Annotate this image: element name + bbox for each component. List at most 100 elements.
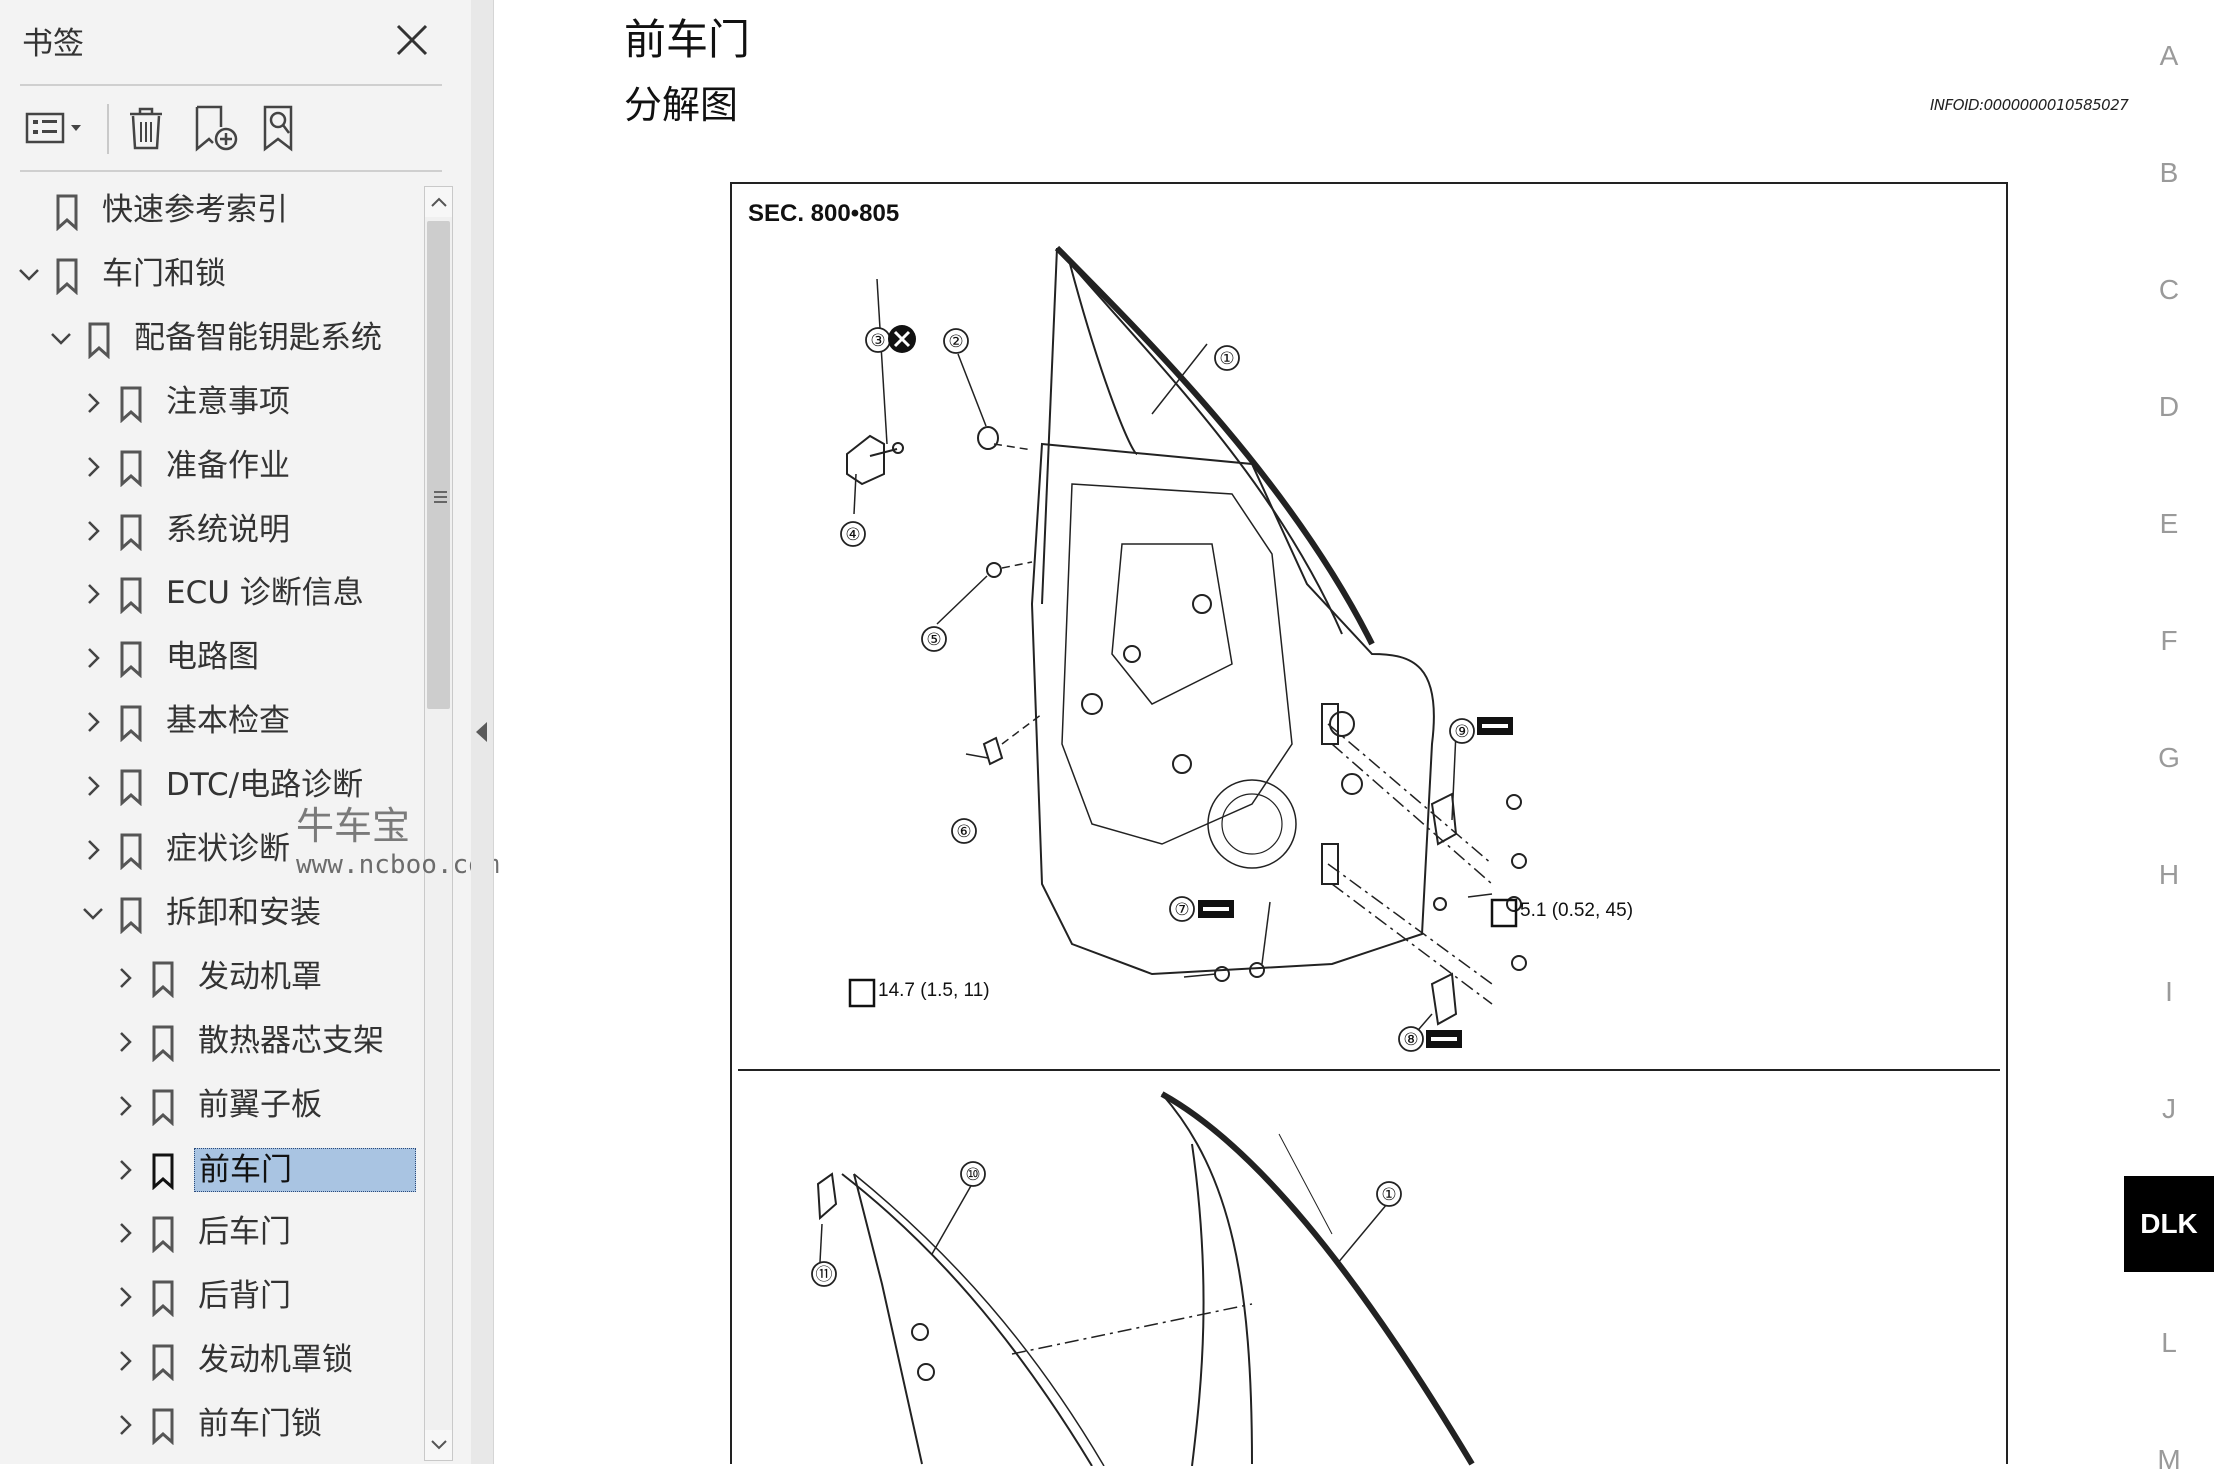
bookmark-label: 电路图	[166, 639, 259, 676]
bookmark-label: 快速参考索引	[102, 192, 288, 228]
chevron-right-icon[interactable]	[110, 1091, 140, 1121]
delete-bookmark-button[interactable]	[122, 100, 170, 156]
bookmark-label: 后车门	[198, 1214, 291, 1251]
bookmark-item[interactable]: 前翼子板	[0, 1077, 420, 1135]
info-id: INFOID:0000000010585027	[1930, 96, 2129, 114]
bookmark-item[interactable]: 发动机罩锁	[0, 1332, 420, 1390]
chevron-right-icon[interactable]	[78, 516, 108, 546]
scroll-up-button[interactable]	[425, 187, 452, 217]
section-index-item[interactable]: I	[2124, 976, 2214, 1008]
bookmark-label: 发动机罩锁	[198, 1342, 353, 1379]
callout-7: ⑦	[1174, 900, 1189, 919]
chevron-right-icon[interactable]	[78, 835, 108, 865]
torque-spec-hinge: 5.1 (0.52, 45)	[1520, 900, 1634, 921]
bookmark-item[interactable]: 前车门锁	[0, 1396, 420, 1454]
bookmark-icon	[152, 1089, 174, 1126]
bookmark-icon	[152, 961, 174, 998]
bookmark-label: 症状诊断	[166, 831, 290, 867]
bookmark-item[interactable]: 前车门	[0, 1141, 420, 1199]
section-index-item[interactable]: M	[2124, 1444, 2214, 1476]
chevron-down-icon[interactable]	[78, 899, 108, 929]
panel-title: 书签	[22, 26, 84, 62]
section-index-item[interactable]: E	[2124, 508, 2214, 540]
new-bookmark-button[interactable]	[190, 100, 242, 156]
section-index-item[interactable]: D	[2124, 391, 2214, 423]
section-index-item[interactable]: DLK	[2124, 1176, 2214, 1272]
bookmark-item[interactable]: 后车门	[0, 1204, 420, 1262]
chevron-down-icon[interactable]	[46, 324, 76, 354]
scrollbar[interactable]	[424, 186, 453, 1461]
bookmark-item[interactable]: 拆卸和安装	[0, 885, 420, 943]
bookmark-item[interactable]: 配备智能钥匙系统	[0, 310, 420, 368]
bookmark-label: 基本检查	[166, 703, 290, 740]
bookmark-icon	[152, 1344, 174, 1382]
section-index-item[interactable]: J	[2124, 1093, 2214, 1125]
section-index-item[interactable]: A	[2124, 40, 2214, 72]
bookmark-icon	[56, 194, 78, 231]
chevron-right-icon[interactable]	[78, 579, 108, 609]
divider	[20, 84, 442, 86]
chevron-right-icon[interactable]	[110, 1155, 140, 1185]
scroll-down-button[interactable]	[425, 1430, 452, 1460]
chevron-up-icon	[430, 197, 447, 207]
close-panel-button[interactable]	[390, 18, 434, 62]
chevron-right-icon[interactable]	[110, 1410, 140, 1440]
section-index-item[interactable]: B	[2124, 157, 2214, 189]
callout-8: ⑧	[1403, 1030, 1418, 1049]
bookmark-icon	[88, 322, 110, 359]
panel-splitter[interactable]	[471, 0, 494, 1464]
callout-1: ①	[1219, 349, 1234, 368]
bookmark-icon	[120, 705, 142, 743]
exploded-view-figure: SEC. 800•805 ① ② ③ ④ ⑤ ⑥ ⑦ ⑧ ⑨ ⑩ ⑪ ① 5.1…	[730, 182, 2008, 1466]
bookmark-item[interactable]: 车门和锁	[0, 246, 420, 304]
options-menu-button[interactable]	[22, 100, 88, 156]
chevron-down-icon	[430, 1440, 447, 1450]
bookmark-item[interactable]: ECU 诊断信息	[0, 565, 420, 623]
bookmark-label: 发动机罩	[198, 958, 322, 995]
bookmark-item[interactable]: 准备作业	[0, 438, 420, 496]
watermark-url: www.ncboo.com	[296, 850, 500, 880]
new-bookmark-icon	[195, 105, 238, 152]
section-index-item[interactable]: G	[2124, 742, 2214, 774]
bookmark-item[interactable]: 快速参考索引	[0, 182, 420, 240]
chevron-right-icon[interactable]	[78, 388, 108, 418]
bookmark-label: 散热器芯支架	[198, 1022, 384, 1059]
bookmark-item[interactable]: 发动机罩	[0, 949, 420, 1007]
options-menu-icon	[25, 112, 81, 144]
bookmark-item[interactable]: 基本检查	[0, 693, 420, 751]
toolbar-separator	[107, 104, 109, 154]
section-index-item[interactable]: F	[2124, 625, 2214, 657]
chevron-right-icon[interactable]	[110, 963, 140, 993]
page-title: 前车门	[624, 15, 751, 64]
chevron-down-icon[interactable]	[14, 260, 44, 290]
bookmark-item[interactable]: 后背门	[0, 1268, 420, 1326]
callout-1-lower: ①	[1381, 1185, 1396, 1204]
chevron-right-icon[interactable]	[110, 1218, 140, 1248]
collapse-panel-icon[interactable]	[476, 722, 487, 742]
section-index-item[interactable]: H	[2124, 859, 2214, 891]
chevron-right-icon[interactable]	[78, 452, 108, 482]
section-index-item[interactable]: C	[2124, 274, 2214, 306]
bookmark-icon	[152, 1280, 174, 1318]
bookmark-item[interactable]: 电路图	[0, 629, 420, 687]
scroll-thumb[interactable]	[427, 221, 450, 709]
page-subtitle: 分解图	[624, 83, 739, 127]
chevron-right-icon[interactable]	[78, 643, 108, 673]
torque-wrench-icon	[848, 978, 876, 1008]
callout-4: ④	[845, 525, 860, 544]
torque-wrench-icon	[1490, 898, 1518, 928]
bookmark-item[interactable]: 注意事项	[0, 374, 420, 432]
chevron-right-icon[interactable]	[78, 771, 108, 801]
bookmark-search-button[interactable]	[258, 100, 310, 156]
chevron-right-icon[interactable]	[110, 1346, 140, 1376]
bookmark-item[interactable]: 散热器芯支架	[0, 1013, 420, 1071]
chevron-right-icon[interactable]	[110, 1027, 140, 1057]
chevron-right-icon[interactable]	[110, 1282, 140, 1312]
bookmark-icon	[120, 450, 142, 487]
bookmark-search-icon	[263, 105, 293, 152]
bookmark-icon	[120, 897, 142, 934]
bookmark-item[interactable]: 系统说明	[0, 502, 420, 560]
door-exploded-drawing: ① ② ③ ④ ⑤ ⑥ ⑦ ⑧ ⑨ ⑩ ⑪ ①	[811, 245, 1527, 1466]
chevron-right-icon[interactable]	[78, 707, 108, 737]
section-index-item[interactable]: L	[2124, 1327, 2214, 1359]
